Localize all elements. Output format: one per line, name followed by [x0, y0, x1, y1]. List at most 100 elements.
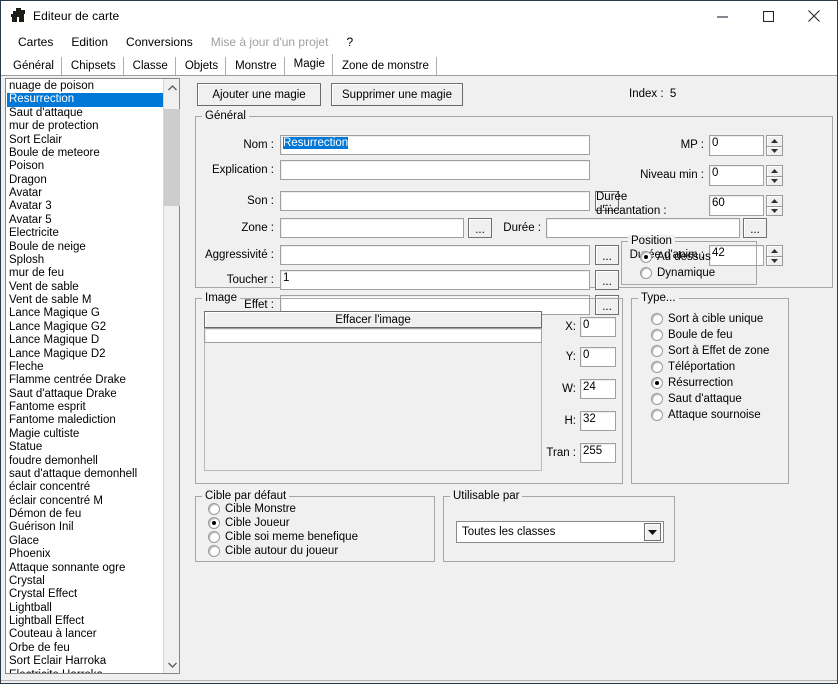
list-item[interactable]: Resurrection: [7, 93, 163, 106]
duree-anim-spin-up[interactable]: [766, 245, 783, 256]
list-item[interactable]: Fantome esprit: [7, 401, 163, 414]
list-item[interactable]: Statue: [7, 441, 163, 454]
list-item[interactable]: mur de feu: [7, 267, 163, 280]
list-item[interactable]: foudre demonhell: [7, 455, 163, 468]
list-item[interactable]: nuage de poison: [7, 80, 163, 93]
image-h-input[interactable]: 32: [580, 411, 616, 431]
niveau-min-spinner[interactable]: [766, 165, 783, 186]
minimize-button[interactable]: [699, 1, 745, 31]
list-item[interactable]: Poison: [7, 160, 163, 173]
tab-general[interactable]: Général: [5, 57, 62, 76]
list-item[interactable]: Boule de meteore: [7, 147, 163, 160]
zone-input[interactable]: [280, 218, 464, 238]
son-input[interactable]: [280, 191, 590, 211]
magic-list-scrollbar[interactable]: [163, 79, 179, 673]
niveau-min-input[interactable]: 0: [709, 165, 764, 186]
duree-incantation-input[interactable]: 60: [709, 195, 764, 216]
tab-classe[interactable]: Classe: [125, 57, 176, 76]
list-item[interactable]: éclair concentré: [7, 481, 163, 494]
list-item[interactable]: Electricite: [7, 227, 163, 240]
close-button[interactable]: [791, 1, 837, 31]
list-item[interactable]: Démon de feu: [7, 508, 163, 521]
list-item[interactable]: Vent de sable M: [7, 294, 163, 307]
image-path-input[interactable]: [204, 328, 542, 343]
list-item[interactable]: Saut d'attaque Drake: [7, 388, 163, 401]
list-item[interactable]: Boule de neige: [7, 241, 163, 254]
list-item[interactable]: Sort Eclair: [7, 134, 163, 147]
mp-spin-down[interactable]: [766, 146, 783, 157]
scroll-down-icon[interactable]: [164, 656, 180, 673]
classes-select[interactable]: Toutes les classes: [456, 521, 664, 543]
image-y-input[interactable]: 0: [580, 347, 616, 367]
add-magic-button[interactable]: Ajouter une magie: [197, 83, 321, 106]
scroll-up-icon[interactable]: [164, 79, 180, 96]
radio-cible-joueur[interactable]: Cible Joueur: [208, 517, 290, 529]
tab-objets[interactable]: Objets: [177, 57, 226, 76]
radio-cible-soi-meme-benefique[interactable]: Cible soi meme benefique: [208, 531, 358, 543]
duree-browse-button[interactable]: ...: [743, 218, 767, 238]
nom-input[interactable]: Resurrection: [280, 135, 590, 155]
list-item[interactable]: Avatar 3: [7, 200, 163, 213]
image-x-input[interactable]: 0: [580, 317, 616, 337]
magic-list-items[interactable]: nuage de poisonResurrectionSaut d'attaqu…: [6, 79, 163, 673]
list-item[interactable]: Crystal Effect: [7, 588, 163, 601]
menu-conversions[interactable]: Conversions: [117, 33, 202, 51]
duree-incantation-spin-up[interactable]: [766, 195, 783, 206]
radio-cible-autour-du-joueur[interactable]: Cible autour du joueur: [208, 545, 338, 557]
radio-position-au-dessus[interactable]: Au dessus: [640, 251, 711, 263]
menu-help[interactable]: ?: [337, 33, 362, 51]
image-tran-input[interactable]: 255: [580, 443, 616, 463]
explication-input[interactable]: [280, 160, 590, 180]
delete-magic-button[interactable]: Supprimer une magie: [331, 83, 463, 106]
scrollbar-thumb[interactable]: [164, 109, 180, 206]
chevron-down-icon[interactable]: [644, 523, 661, 541]
list-item[interactable]: éclair concentré M: [7, 495, 163, 508]
list-item[interactable]: Lance Magique G2: [7, 321, 163, 334]
list-item[interactable]: Attaque sonnante ogre: [7, 562, 163, 575]
radio-type-sort-cible-unique[interactable]: Sort à cible unique: [651, 313, 763, 325]
list-item[interactable]: Lightball Effect: [7, 615, 163, 628]
menu-edition[interactable]: Edition: [62, 33, 117, 51]
list-item[interactable]: Lance Magique G: [7, 307, 163, 320]
tab-magie[interactable]: Magie: [286, 54, 333, 75]
aggressivite-input[interactable]: [280, 245, 590, 265]
list-item[interactable]: Fantome malediction: [7, 414, 163, 427]
list-item[interactable]: Couteau à lancer: [7, 628, 163, 641]
list-item[interactable]: Magie cultiste: [7, 428, 163, 441]
niveau-min-spin-up[interactable]: [766, 165, 783, 176]
list-item[interactable]: Glace: [7, 535, 163, 548]
toucher-browse-button[interactable]: ...: [595, 270, 619, 290]
list-item[interactable]: mur de protection: [7, 120, 163, 133]
toucher-input[interactable]: 1: [280, 270, 590, 290]
tab-chipsets[interactable]: Chipsets: [63, 57, 124, 76]
list-item[interactable]: Saut d'attaque: [7, 107, 163, 120]
zone-browse-button[interactable]: ...: [468, 218, 492, 238]
tab-monstre[interactable]: Monstre: [227, 57, 285, 76]
mp-spinner[interactable]: [766, 135, 783, 156]
list-item[interactable]: Flamme centrée Drake: [7, 374, 163, 387]
duree-incantation-spinner[interactable]: [766, 195, 783, 216]
list-item[interactable]: Phoenix: [7, 548, 163, 561]
list-item[interactable]: Avatar 5: [7, 214, 163, 227]
radio-type-sort-effet-de-zone[interactable]: Sort à Effet de zone: [651, 345, 769, 357]
duree-anim-spin-down[interactable]: [766, 256, 783, 267]
duree-anim-spinner[interactable]: [766, 245, 783, 266]
niveau-min-spin-down[interactable]: [766, 176, 783, 187]
radio-type-teleportation[interactable]: Téléportation: [651, 361, 735, 373]
list-item[interactable]: Guérison Inil: [7, 521, 163, 534]
radio-type-attaque-sournoise[interactable]: Attaque sournoise: [651, 409, 761, 421]
radio-type-saut-dattaque[interactable]: Saut d'attaque: [651, 393, 742, 405]
list-item[interactable]: Orbe de feu: [7, 642, 163, 655]
clear-image-button[interactable]: Effacer l'image: [204, 311, 542, 328]
list-item[interactable]: Avatar: [7, 187, 163, 200]
magic-list[interactable]: nuage de poisonResurrectionSaut d'attaqu…: [5, 78, 180, 674]
list-item[interactable]: Dragon: [7, 174, 163, 187]
radio-type-boule-de-feu[interactable]: Boule de feu: [651, 329, 733, 341]
list-item[interactable]: Electricite Harroka: [7, 669, 163, 674]
list-item[interactable]: Lightball: [7, 602, 163, 615]
duree-incantation-spin-down[interactable]: [766, 206, 783, 217]
list-item[interactable]: Lance Magique D2: [7, 348, 163, 361]
list-item[interactable]: Sort Eclair Harroka: [7, 655, 163, 668]
radio-type-resurrection[interactable]: Résurrection: [651, 377, 733, 389]
menu-cartes[interactable]: Cartes: [9, 33, 62, 51]
